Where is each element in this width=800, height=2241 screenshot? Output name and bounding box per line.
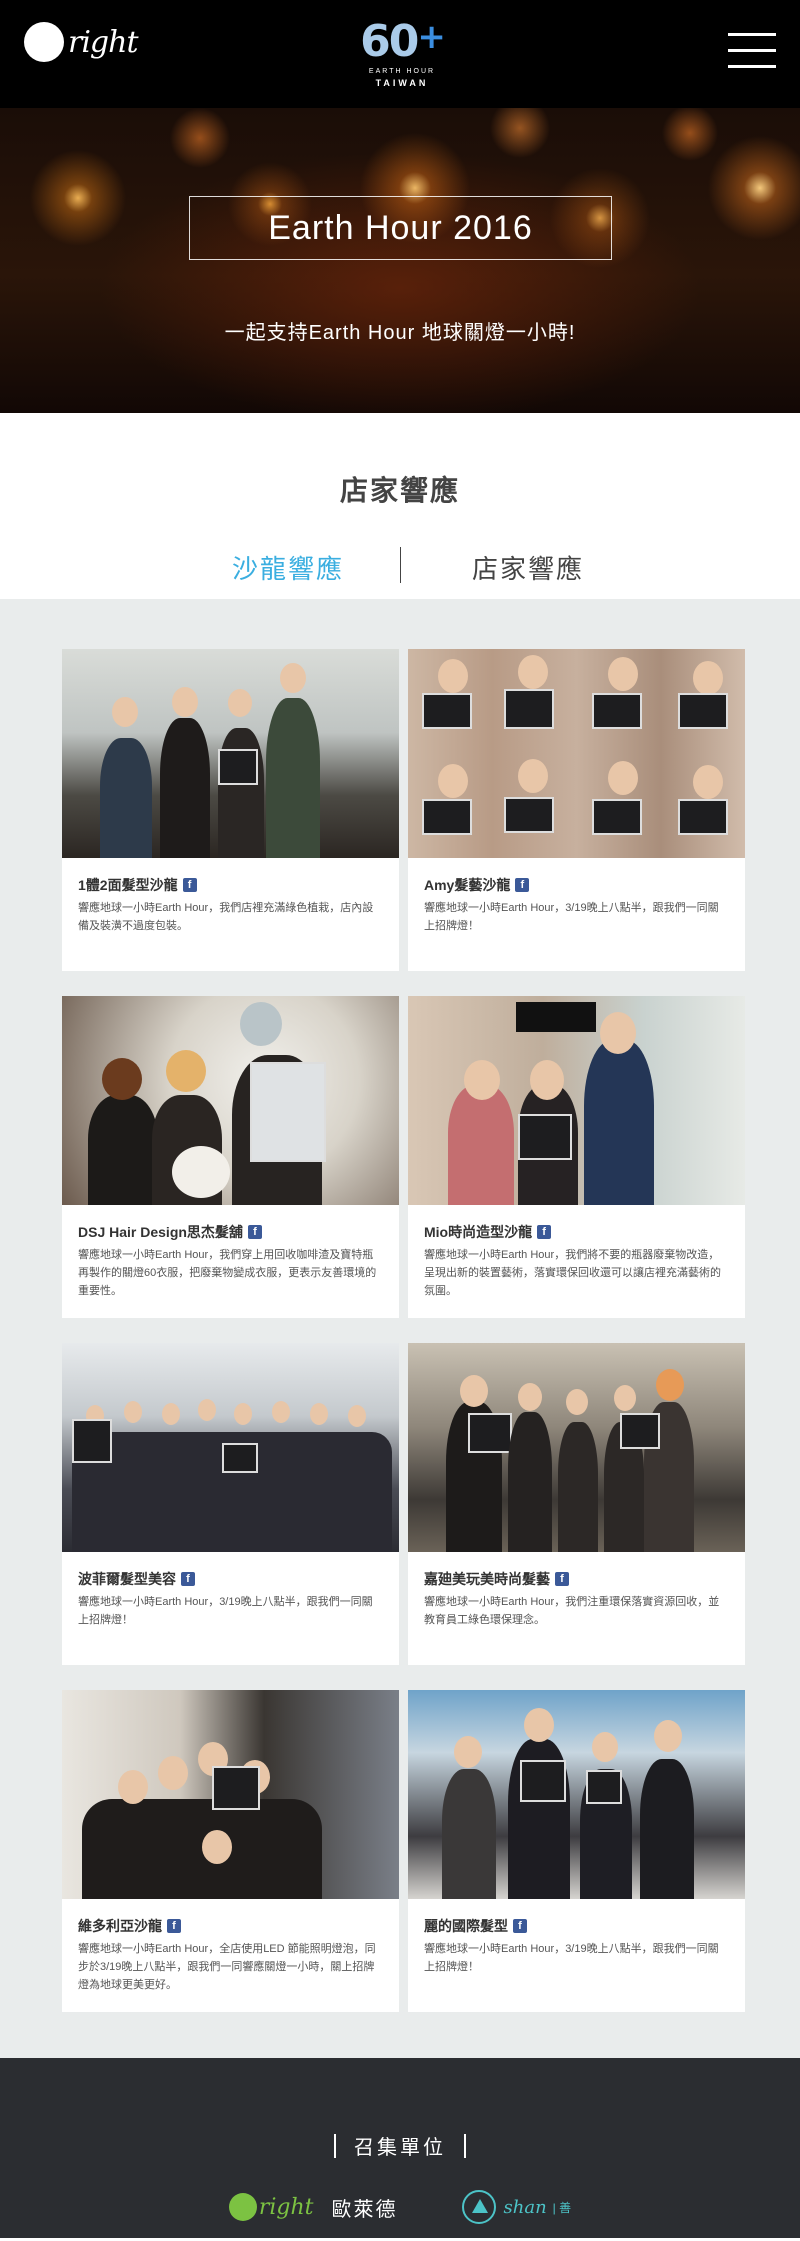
oright-logo[interactable]: right [24,22,139,62]
shan-triangle-icon [461,2190,496,2224]
salon-photo [408,996,745,1205]
hero-title-box: Earth Hour 2016 [189,196,612,260]
facebook-icon[interactable]: f [182,878,197,892]
facebook-icon[interactable]: f [167,1919,181,1933]
salon-name: DSJ Hair Design思杰髮舖 f [78,1223,383,1241]
salon-list: 1體2面髮型沙龍 f 響應地球一小時Earth Hour，我們店裡充滿綠色植栽，店… [0,599,800,2058]
salon-card[interactable]: Amy髮藝沙龍 f 響應地球一小時Earth Hour，3/19晚上八點半，跟我們… [408,649,745,971]
salon-description: 響應地球一小時Earth Hour，3/19晚上八點半，跟我們一同關上招牌燈！ [424,902,719,932]
facebook-icon[interactable]: f [555,1572,569,1586]
partner-shan-logo[interactable]: shan | 善 [461,2190,572,2224]
facebook-icon[interactable]: f [537,1225,552,1239]
salon-card[interactable]: 維多利亞沙龍 f 響應地球一小時Earth Hour，全店使用LED 節能照明燈泡… [62,1690,399,2012]
partner-logos: right 歐萊德 shan | 善 [0,2190,800,2224]
earth-hour-line1: EARTH HOUR [368,68,436,75]
salon-name: Mio時尚造型沙龍 f [424,1223,729,1241]
tab-store[interactable]: 店家響應 [472,549,584,586]
earth-hour-number: 60+ [360,16,446,67]
oright-logo-circle [228,2193,257,2221]
salon-description: 響應地球一小時Earth Hour，我們注重環保落實資源回收，並教育員工綠色環保… [424,1596,720,1626]
earth-hour-line2: TAIWAN [375,78,429,88]
salon-name: 1體2面髮型沙龍 f [78,876,383,894]
salon-photo [408,1690,745,1899]
salon-card[interactable]: DSJ Hair Design思杰髮舖 f 響應地球一小時Earth Hour，我… [62,996,399,1318]
salon-description: 響應地球一小時Earth Hour，我們穿上用回收咖啡渣及寶特瓶再製作的關燈60… [78,1249,377,1297]
salon-description: 響應地球一小時Earth Hour，我們店裡充滿綠色植栽，店內設備及裝潢不過度包… [78,902,374,932]
hero-subtitle: 一起支持Earth Hour 地球關燈一小時! [224,322,576,344]
salon-name: Amy髮藝沙龍 f [424,876,729,894]
facebook-icon[interactable]: f [247,1225,262,1239]
salon-card[interactable]: 波菲爾髮型美容 f 響應地球一小時Earth Hour，3/19晚上八點半，跟我們… [62,1343,399,1665]
salon-description: 響應地球一小時Earth Hour，全店使用LED 節能照明燈泡，同步於3/19… [78,1943,376,1991]
salon-name: 波菲爾髮型美容 f [78,1570,383,1588]
salon-description: 響應地球一小時Earth Hour，我們將不要的瓶器廢棄物改造，呈現出新的裝置藝… [424,1249,721,1297]
salon-photo [62,1343,399,1552]
shan-name: | 善 [552,2200,572,2215]
salon-description: 響應地球一小時Earth Hour，3/19晚上八點半，跟我們一同關上招牌燈！ [78,1596,373,1626]
salon-photo [62,1690,399,1899]
shan-logo-text: shan [503,2196,547,2218]
salon-photo [62,649,399,858]
logo-circle [24,22,64,62]
salon-card[interactable]: 嘉廸美玩美時尚髮藝 f 響應地球一小時Earth Hour，我們注重環保落實資源回… [408,1343,745,1665]
salon-photo [62,996,399,1205]
hero-title: Earth Hour 2016 [268,208,533,247]
salon-card[interactable]: Mio時尚造型沙龍 f 響應地球一小時Earth Hour，我們將不要的瓶器廢棄物… [408,996,745,1318]
facebook-icon[interactable]: f [515,878,530,892]
salon-photo [408,649,745,858]
top-navbar: right 60+ EARTH HOUR TAIWAN [0,0,800,108]
logo-text: right [68,24,139,60]
salon-card[interactable]: 1體2面髮型沙龍 f 響應地球一小時Earth Hour，我們店裡充滿綠色植栽，店… [62,649,399,971]
partner-oright-logo[interactable]: right 歐萊德 [228,2193,398,2222]
organizers-title: 召集單位 [0,2131,800,2160]
facebook-icon[interactable]: f [181,1572,195,1586]
hamburger-menu-icon[interactable] [728,33,776,71]
facebook-icon[interactable]: f [513,1919,527,1933]
section-title: 店家響應 [339,475,460,506]
salon-card[interactable]: 麗的國際髮型 f 響應地球一小時Earth Hour，3/19晚上八點半，跟我們一… [408,1690,745,2012]
earth-hour-logo: 60+ EARTH HOUR TAIWAN [352,12,452,89]
tab-bar: 沙龍響應 店家響應 [0,519,800,599]
salon-name: 維多利亞沙龍 f [78,1917,383,1935]
salon-name: 嘉廸美玩美時尚髮藝 f [424,1570,729,1588]
oright-logo-text: right [258,2194,314,2220]
tab-salon[interactable]: 沙龍響應 [232,549,344,586]
hero-banner: Earth Hour 2016 一起支持Earth Hour 地球關燈一小時! [0,108,800,413]
footer: 召集單位 right 歐萊德 shan | 善 [0,2058,800,2238]
oright-name: 歐萊德 [331,2198,398,2221]
salon-name: 麗的國際髮型 f [424,1917,729,1935]
salon-description: 響應地球一小時Earth Hour，3/19晚上八點半，跟我們一同關上招牌燈！ [424,1943,719,1973]
tab-divider [400,547,401,583]
salon-photo [408,1343,745,1552]
